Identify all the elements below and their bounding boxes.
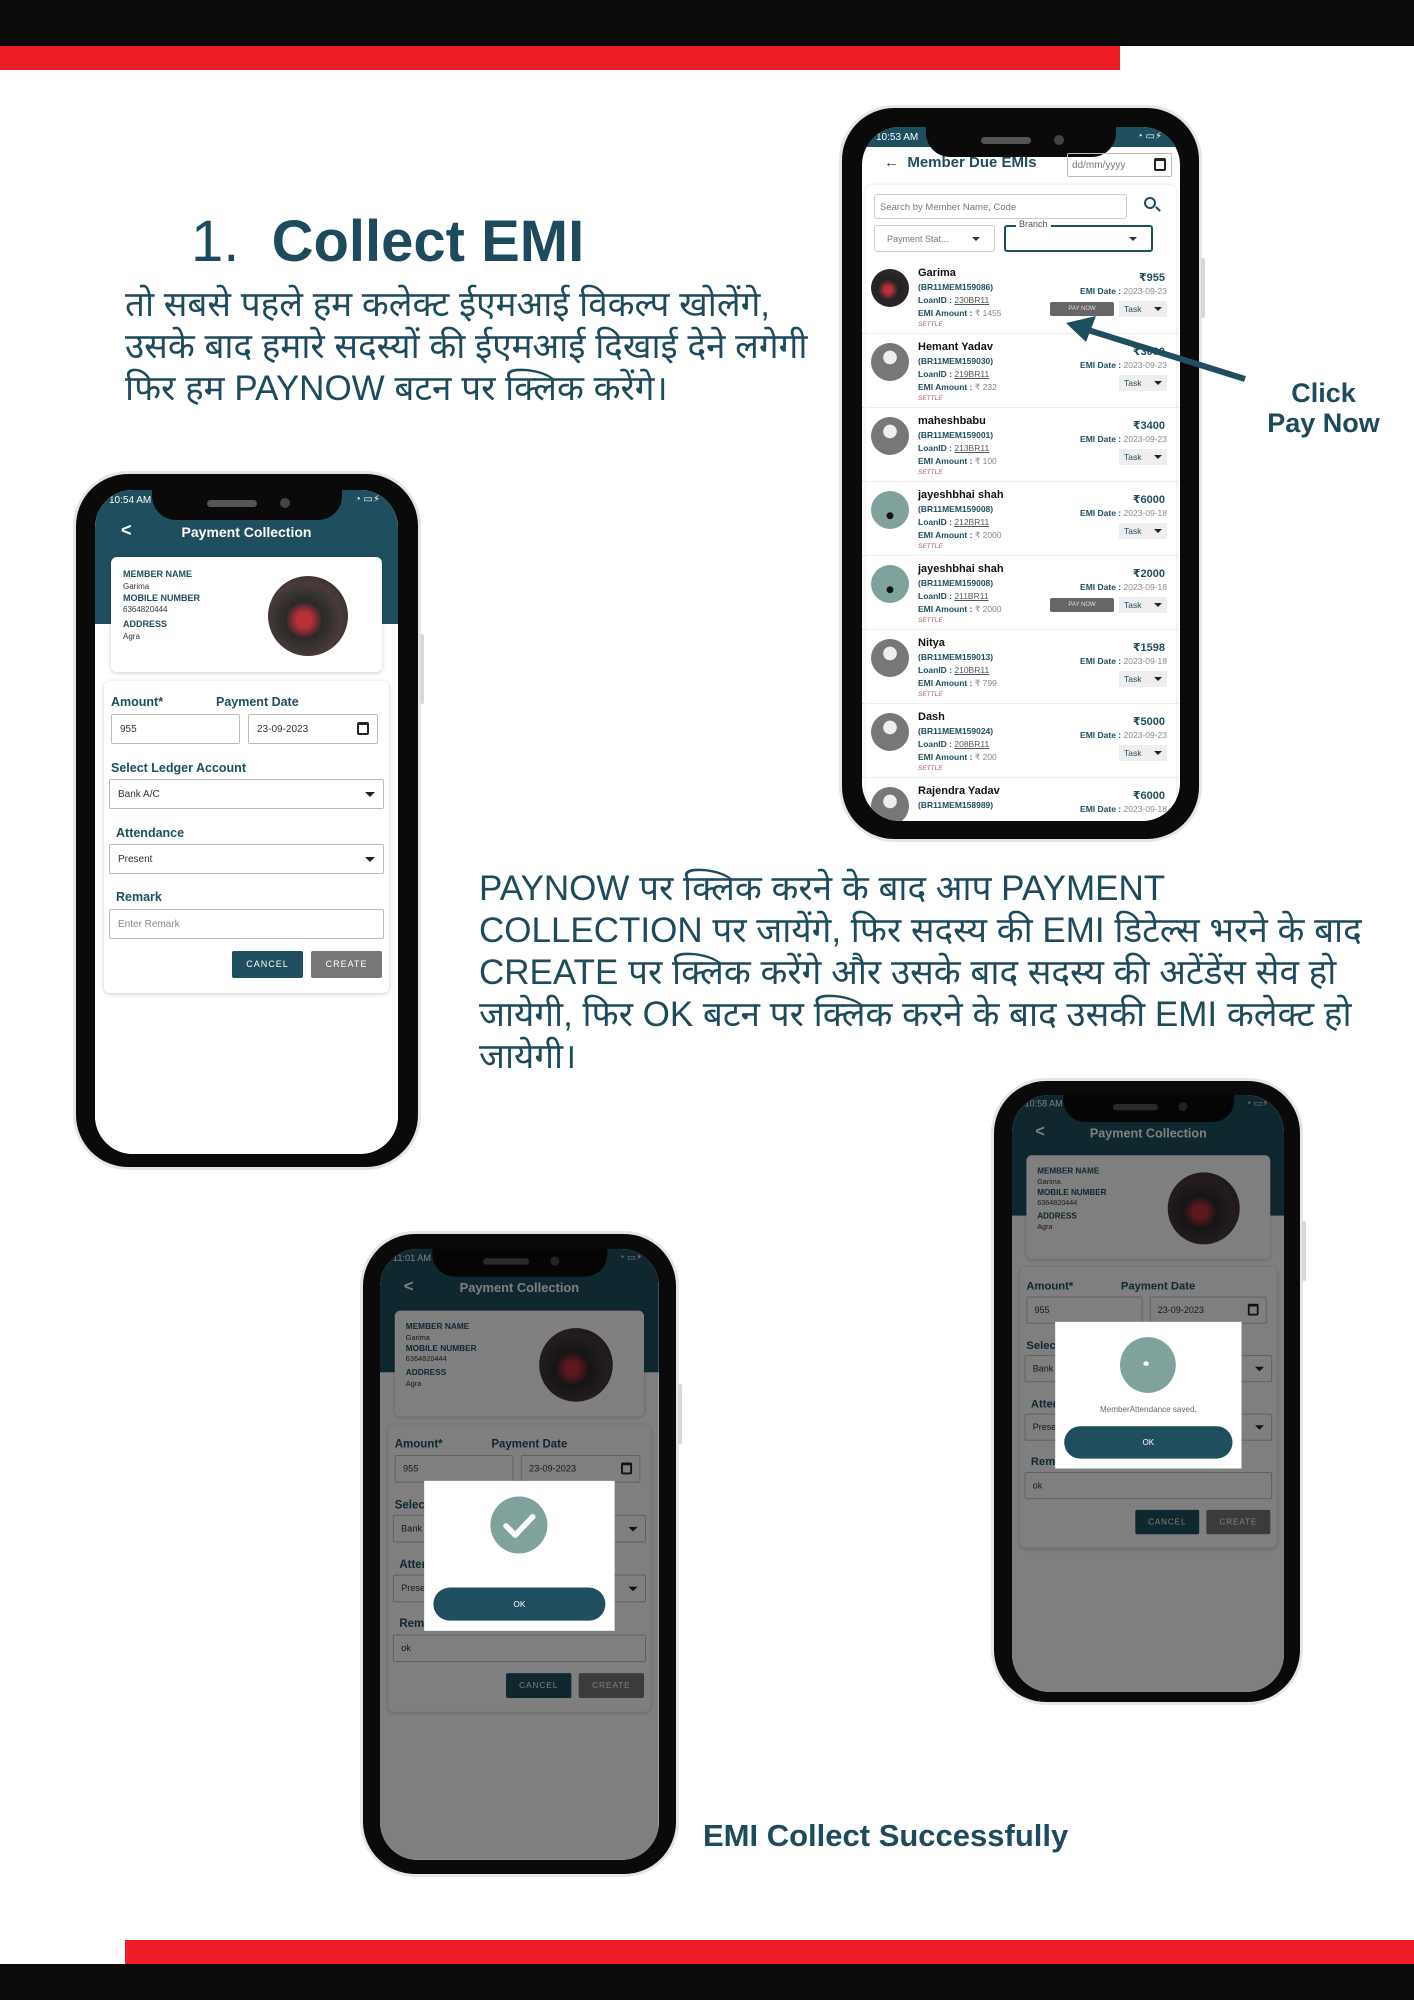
annotation-arrow: [1066, 316, 1246, 382]
arrow-shaft: [1087, 327, 1246, 382]
